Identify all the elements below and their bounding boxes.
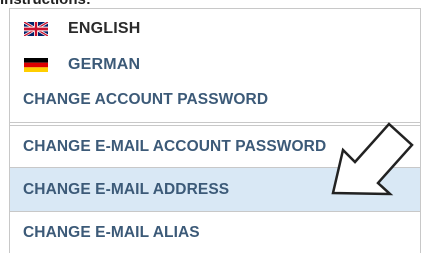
germany-flag-icon	[24, 58, 48, 72]
menu-item-label: CHANGE E-MAIL ADDRESS	[23, 180, 230, 198]
menu-item-label: CHANGE E-MAIL ACCOUNT PASSWORD	[23, 137, 327, 155]
settings-menu: ENGLISH GERMAN CHANGE ACCOUNT PASSWORD C…	[9, 8, 421, 253]
language-label-german: GERMAN	[68, 56, 141, 73]
menu-item-label: CHANGE ACCOUNT PASSWORD	[23, 91, 269, 108]
uk-flag-icon	[24, 22, 48, 36]
menu-item-label: CHANGE E-MAIL ALIAS	[23, 224, 200, 241]
menu-item-change-email-address[interactable]: CHANGE E-MAIL ADDRESS	[10, 167, 420, 211]
menu-item-change-email-account-password[interactable]: CHANGE E-MAIL ACCOUNT PASSWORD	[10, 125, 420, 167]
menu-item-change-email-alias[interactable]: CHANGE E-MAIL ALIAS	[10, 211, 420, 253]
menu-divider	[10, 122, 420, 123]
language-item-english[interactable]: ENGLISH	[10, 17, 420, 41]
language-item-german[interactable]: GERMAN	[10, 53, 420, 77]
screenshot-stage: instructions: ENGLISH GERMAN CHANGE ACCO…	[0, 0, 432, 253]
language-label-english: ENGLISH	[68, 20, 141, 37]
menu-item-change-account-password[interactable]: CHANGE ACCOUNT PASSWORD	[10, 81, 420, 119]
